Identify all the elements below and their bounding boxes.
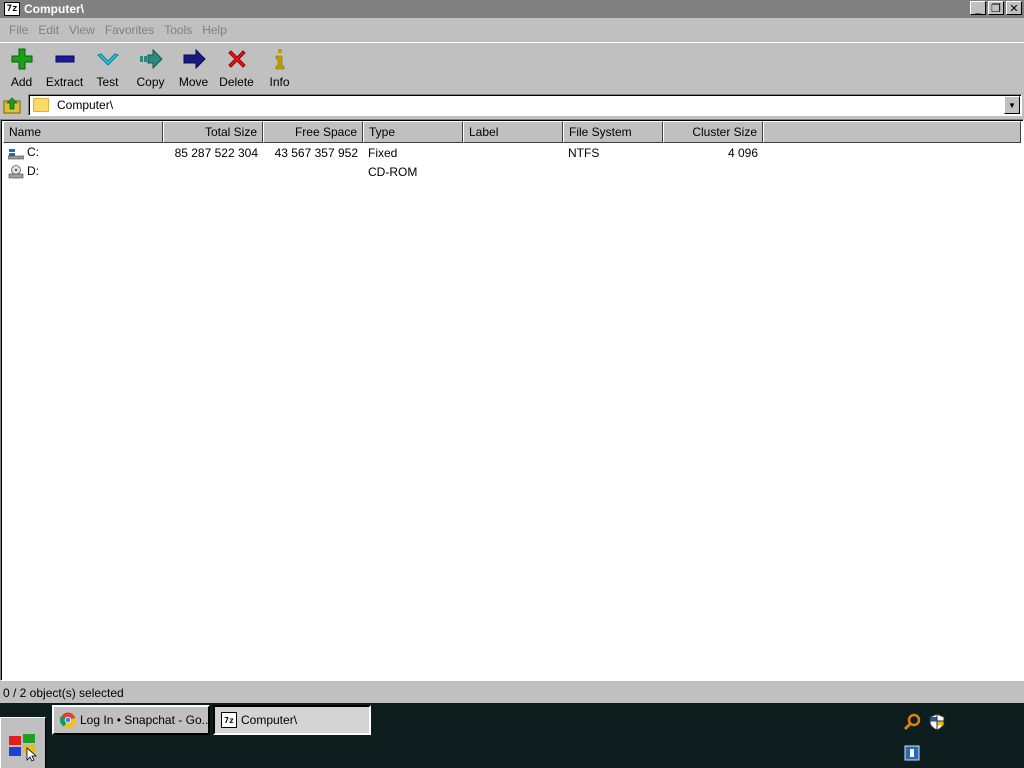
status-bar: 0 / 2 object(s) selected bbox=[0, 684, 1024, 702]
drive-name: D: bbox=[27, 164, 39, 179]
drive-name: C: bbox=[27, 145, 39, 160]
extract-button[interactable]: Extract bbox=[43, 43, 86, 91]
up-folder-button[interactable] bbox=[1, 94, 23, 116]
search-icon[interactable] bbox=[903, 713, 921, 731]
start-button[interactable] bbox=[0, 717, 46, 768]
column-header-file-system[interactable]: File System bbox=[563, 121, 663, 143]
restore-button[interactable]: ❐ bbox=[988, 1, 1004, 15]
column-header-filler bbox=[763, 121, 1021, 143]
taskbar-button-7zip[interactable]: 7z Computer\ bbox=[213, 705, 371, 735]
chevron-down-icon: ▼ bbox=[1008, 100, 1016, 110]
menu-favorites[interactable]: Favorites bbox=[105, 23, 154, 37]
hard-drive-icon bbox=[8, 148, 24, 160]
title-bar: 7z Computer\ _ ❐ ✕ bbox=[0, 0, 1024, 18]
address-path[interactable]: Computer\ bbox=[57, 98, 113, 112]
notification-icon[interactable] bbox=[904, 745, 920, 761]
cell-free-space: 43 567 357 952 bbox=[274, 145, 358, 160]
info-icon bbox=[275, 49, 284, 70]
menu-bar: File Edit View Favorites Tools Help bbox=[0, 20, 1024, 40]
taskbar-button-label: Computer\ bbox=[241, 713, 298, 727]
column-header-cluster-size[interactable]: Cluster Size bbox=[663, 121, 763, 143]
up-folder-icon bbox=[3, 97, 21, 114]
test-button[interactable]: Test bbox=[86, 43, 129, 91]
add-label: Add bbox=[10, 75, 33, 89]
cell-name[interactable]: C: bbox=[3, 145, 163, 160]
column-header-free-space[interactable]: Free Space bbox=[263, 121, 363, 143]
table-row[interactable]: D: CD-ROM bbox=[3, 162, 763, 181]
column-header-total-size[interactable]: Total Size bbox=[163, 121, 263, 143]
move-arrow-icon bbox=[183, 48, 206, 70]
table-row[interactable]: C: 85 287 522 304 43 567 357 952 Fixed N… bbox=[3, 143, 763, 162]
7zip-app-icon[interactable]: 7z bbox=[4, 2, 20, 16]
folder-icon bbox=[33, 98, 49, 112]
address-combobox[interactable]: Computer\ ▼ bbox=[28, 94, 1022, 116]
move-button[interactable]: Move bbox=[172, 43, 215, 91]
taskbar: Log In • Snapchat - Go... 7z Computer\ bbox=[0, 703, 1024, 768]
column-header-label[interactable]: Label bbox=[463, 121, 563, 143]
column-headers: Name Total Size Free Space Type Label Fi… bbox=[3, 121, 1021, 143]
copy-label: Copy bbox=[136, 75, 165, 89]
copy-arrow-icon bbox=[139, 48, 163, 70]
address-bar: Computer\ ▼ bbox=[0, 93, 1024, 117]
system-tray bbox=[900, 707, 1024, 767]
window-title: Computer\ bbox=[24, 2, 84, 16]
copy-button[interactable]: Copy bbox=[129, 43, 172, 91]
minus-icon bbox=[55, 55, 74, 63]
minimize-button[interactable]: _ bbox=[970, 1, 986, 15]
cell-type: CD-ROM bbox=[368, 164, 418, 179]
menu-edit[interactable]: Edit bbox=[38, 23, 59, 37]
toolbar: Add Extract Test Copy Move Delete Info bbox=[0, 42, 1024, 90]
cdrom-drive-icon bbox=[8, 165, 24, 179]
menu-tools[interactable]: Tools bbox=[164, 23, 192, 37]
column-header-name[interactable]: Name bbox=[3, 121, 163, 143]
close-button[interactable]: ✕ bbox=[1006, 1, 1022, 15]
add-button[interactable]: Add bbox=[0, 43, 43, 91]
menu-help[interactable]: Help bbox=[202, 23, 227, 37]
windows-logo-icon bbox=[9, 734, 38, 762]
cell-total-size: 85 287 522 304 bbox=[174, 145, 258, 160]
extract-label: Extract bbox=[45, 75, 84, 89]
menu-file[interactable]: File bbox=[9, 23, 28, 37]
info-button[interactable]: Info bbox=[258, 43, 301, 91]
file-list[interactable]: Name Total Size Free Space Type Label Fi… bbox=[0, 119, 1024, 681]
info-label: Info bbox=[269, 75, 290, 89]
selection-status: 0 / 2 object(s) selected bbox=[3, 686, 124, 700]
delete-x-icon bbox=[227, 50, 246, 68]
cell-type: Fixed bbox=[368, 145, 398, 160]
plus-icon bbox=[11, 48, 32, 70]
taskbar-button-label: Log In • Snapchat - Go... bbox=[80, 713, 210, 727]
delete-label: Delete bbox=[219, 75, 254, 89]
cell-cluster-size: 4 096 bbox=[727, 145, 758, 160]
check-icon bbox=[96, 53, 119, 66]
shield-icon[interactable] bbox=[928, 713, 946, 731]
delete-button[interactable]: Delete bbox=[215, 43, 258, 91]
menu-view[interactable]: View bbox=[69, 23, 95, 37]
7zip-icon: 7z bbox=[221, 712, 237, 728]
chrome-icon bbox=[60, 712, 76, 728]
cell-name[interactable]: D: bbox=[3, 164, 163, 179]
column-header-type[interactable]: Type bbox=[363, 121, 463, 143]
taskbar-button-chrome[interactable]: Log In • Snapchat - Go... bbox=[52, 705, 210, 735]
test-label: Test bbox=[96, 75, 119, 89]
move-label: Move bbox=[178, 75, 209, 89]
cell-file-system: NTFS bbox=[568, 145, 600, 160]
address-dropdown-button[interactable]: ▼ bbox=[1004, 96, 1020, 114]
